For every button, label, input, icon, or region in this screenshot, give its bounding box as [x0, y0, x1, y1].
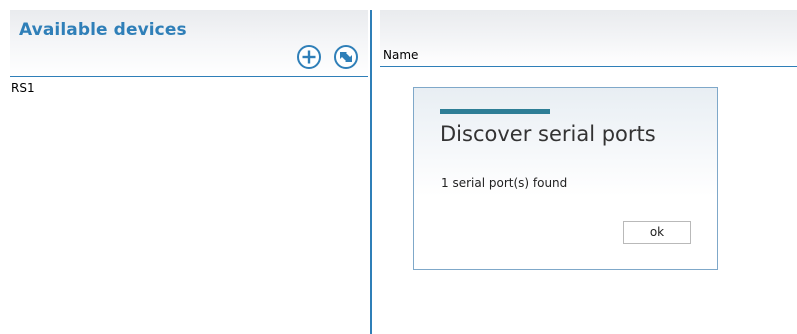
details-header	[380, 10, 797, 66]
list-item[interactable]: RS1	[11, 80, 367, 96]
add-circle-icon	[296, 44, 322, 70]
ok-button[interactable]: ok	[623, 221, 691, 244]
left-panel-divider	[10, 76, 368, 77]
device-list: RS1	[11, 80, 367, 96]
panel-splitter[interactable]	[370, 10, 372, 334]
details-header-divider	[380, 66, 797, 67]
discover-serial-ports-dialog: Discover serial ports 1 serial port(s) f…	[413, 87, 718, 270]
dialog-accent-bar	[440, 109, 550, 114]
dialog-title: Discover serial ports	[440, 122, 656, 146]
dialog-message: 1 serial port(s) found	[441, 176, 568, 190]
add-device-button[interactable]	[296, 44, 322, 70]
available-devices-header: Available devices	[10, 10, 368, 76]
available-devices-panel: Available devices RS1	[0, 0, 370, 334]
column-header-name[interactable]: Name	[383, 48, 418, 62]
panel-title: Available devices	[19, 20, 187, 40]
refresh-devices-button[interactable]	[333, 44, 359, 70]
refresh-circle-icon	[333, 44, 359, 70]
app-window: Available devices RS1 Name Discover seri…	[0, 0, 797, 334]
